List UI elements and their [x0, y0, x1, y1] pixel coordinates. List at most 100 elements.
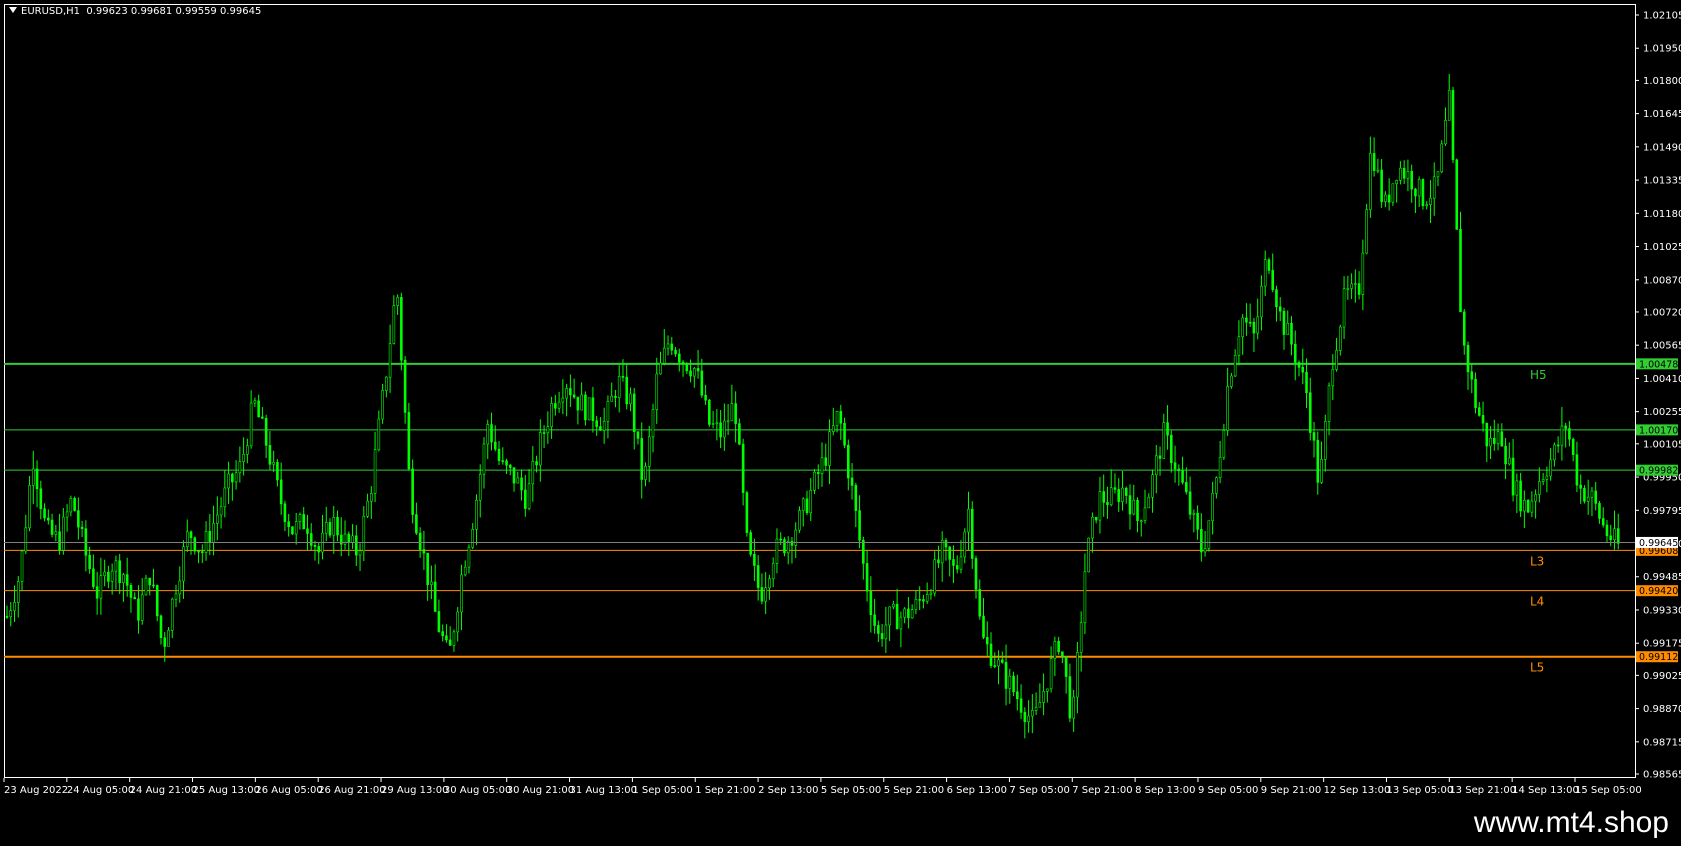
candle-body	[1429, 197, 1432, 205]
candle-body	[1402, 167, 1406, 179]
candle-body	[1151, 474, 1154, 498]
candle-body	[1440, 143, 1444, 173]
candle-body	[31, 468, 35, 486]
candle-body	[1598, 503, 1601, 519]
candle-body	[400, 297, 403, 361]
candle-body	[1185, 482, 1188, 493]
price-tick-label: 0.99485	[1643, 572, 1681, 583]
candle-body	[467, 546, 471, 568]
candle-body	[629, 393, 632, 405]
candle-body	[167, 630, 170, 647]
candle-body	[279, 479, 283, 505]
candle-body	[550, 403, 553, 427]
candle-body	[922, 599, 925, 602]
candle-body	[1012, 675, 1015, 693]
candle-body	[377, 418, 381, 451]
candle-body	[1128, 495, 1132, 515]
watermark-text: www.mt4.shop	[1473, 806, 1669, 839]
candle-body	[208, 531, 212, 543]
candle-body	[1271, 270, 1275, 290]
candle-body	[1508, 457, 1511, 465]
time-axis: 23 Aug 202224 Aug 05:0024 Aug 21:0025 Au…	[3, 778, 1642, 796]
candle-body	[246, 445, 249, 455]
price-tick-label: 1.02105	[1643, 11, 1681, 22]
candle-body	[1233, 354, 1237, 377]
candle-body	[16, 581, 20, 603]
candle-body	[809, 490, 813, 514]
candle-body	[287, 521, 290, 528]
candle-body	[163, 637, 167, 647]
candle-body	[1008, 675, 1012, 689]
level-label-l4: L4	[1530, 595, 1544, 609]
candle-body	[512, 467, 516, 484]
candle-body	[1496, 431, 1500, 444]
current-price-tag: 0.99645	[1639, 538, 1678, 549]
candle-body	[948, 546, 952, 560]
candle-body	[884, 624, 888, 640]
candle-body	[895, 603, 899, 630]
candle-body	[1549, 459, 1552, 477]
candle-body	[565, 388, 568, 399]
candle-body	[1545, 475, 1549, 480]
candle-body	[328, 522, 332, 536]
candle-body	[1526, 500, 1530, 513]
price-tick-label: 1.01180	[1643, 209, 1681, 220]
candle-body	[388, 343, 392, 378]
candle-body	[471, 529, 475, 548]
candle-body	[1019, 698, 1023, 713]
candle-body	[715, 422, 719, 425]
candle-body	[535, 461, 538, 466]
collapse-triangle-icon[interactable]	[9, 7, 17, 13]
candle-body	[805, 498, 809, 514]
candle-body	[1207, 520, 1211, 549]
candle-body	[1590, 490, 1594, 498]
candle-body	[862, 539, 865, 564]
candle-body	[84, 528, 88, 556]
candle-body	[257, 400, 260, 418]
candle-body	[234, 472, 238, 483]
candle-body	[1425, 204, 1428, 207]
candle-body	[1016, 691, 1019, 700]
candle-body	[1605, 524, 1609, 537]
candle-body	[54, 531, 58, 535]
price-tick-label: 0.99795	[1643, 506, 1681, 517]
price-chart[interactable]: 1.02105 1.01950 1.01800 1.01645 1.01490 1.013…	[0, 0, 1681, 846]
price-tick-label: 1.00410	[1643, 374, 1681, 385]
candle-body	[1049, 658, 1053, 690]
candle-body	[253, 400, 257, 404]
time-tick-label: 24 Aug 21:00	[130, 785, 197, 796]
candle-body	[933, 559, 936, 594]
time-tick-label: 23 Aug 2022	[4, 785, 68, 796]
candle-body	[940, 540, 944, 564]
candle-body	[137, 598, 140, 621]
candle-body	[381, 390, 384, 420]
candle-body	[1057, 640, 1060, 653]
candle-body	[1162, 422, 1166, 459]
candle-body	[1027, 715, 1030, 722]
candle-body	[670, 343, 674, 351]
candle-body	[309, 533, 313, 546]
time-tick-label: 9 Sep 21:00	[1261, 785, 1321, 796]
candle-body	[283, 503, 287, 522]
candle-body	[1293, 343, 1297, 363]
candle-body	[1541, 479, 1545, 482]
candle-body	[358, 550, 362, 556]
candle-body	[816, 471, 820, 474]
candle-body	[1553, 444, 1556, 461]
candle-body	[877, 625, 880, 634]
level-label-h5: H5	[1530, 368, 1547, 382]
candle-body	[1406, 171, 1410, 179]
time-tick-label: 30 Aug 21:00	[507, 785, 574, 796]
candle-body	[606, 400, 610, 422]
candle-body	[587, 397, 591, 421]
candle-body	[644, 466, 647, 480]
candle-body	[456, 611, 459, 633]
time-tick-label: 15 Sep 05:00	[1575, 785, 1642, 796]
price-tick-label: 1.00870	[1643, 275, 1681, 286]
candle-body	[1286, 322, 1290, 335]
candle-body	[546, 426, 550, 434]
candle-body	[824, 457, 828, 466]
candle-body	[415, 514, 418, 534]
candle-body	[95, 586, 99, 599]
candle-body	[839, 411, 843, 424]
